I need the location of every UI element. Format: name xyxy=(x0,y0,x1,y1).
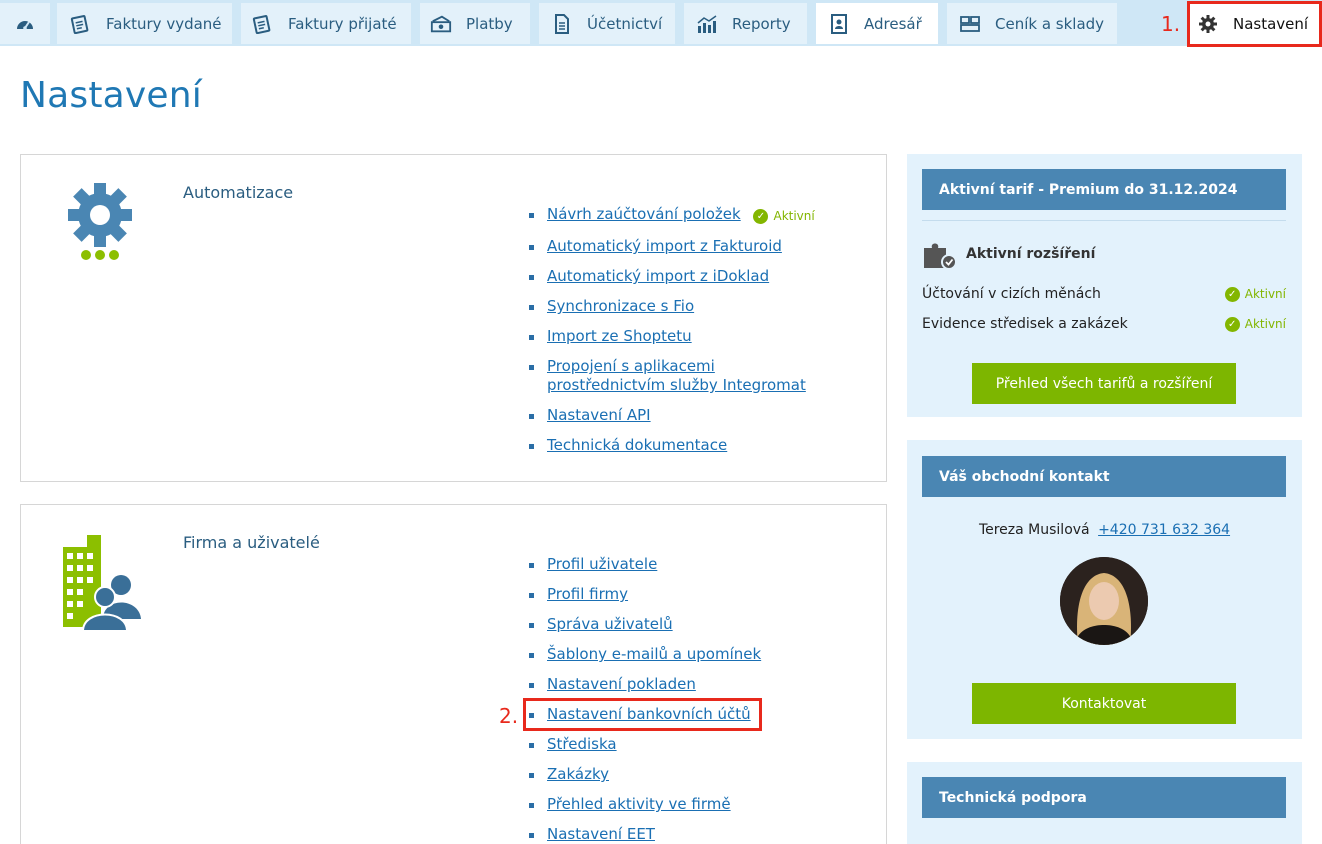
list-item: Propojení s aplikacemi prostřednictvím s… xyxy=(529,357,819,395)
tab-faktury-prijate[interactable]: Faktury přijaté xyxy=(241,3,411,44)
list-item: Automatický import z iDoklad xyxy=(529,267,819,286)
divider xyxy=(922,220,1286,221)
list-item: Zakázky xyxy=(529,765,761,784)
link-navrh-zauctovani[interactable]: Návrh zaúčtování položek xyxy=(547,205,741,223)
tab-label: Reporty xyxy=(732,14,791,33)
contact-head: Váš obchodní kontakt xyxy=(922,456,1286,497)
list-item: Návrh zaúčtování položek ✓ Aktivní xyxy=(529,205,819,226)
link-sprava-uzivatelu[interactable]: Správa uživatelů xyxy=(547,615,673,633)
link-profil-firmy[interactable]: Profil firmy xyxy=(547,585,628,603)
highlight-box-bank-accounts xyxy=(523,698,762,731)
list-item: Přehled aktivity ve firmě xyxy=(529,795,761,814)
link-prehled-aktivity[interactable]: Přehled aktivity ve firmě xyxy=(547,795,731,813)
address-book-icon xyxy=(828,13,850,35)
list-item: Správa uživatelů xyxy=(529,615,761,634)
tab-label: Platby xyxy=(466,14,513,33)
warehouse-icon xyxy=(959,13,981,35)
link-zakazky[interactable]: Zakázky xyxy=(547,765,609,783)
link-import-shoptet[interactable]: Import ze Shoptetu xyxy=(547,327,692,345)
active-badge: ✓ Aktivní xyxy=(1224,286,1286,302)
list-item: Technická dokumentace xyxy=(529,436,819,455)
tab-label: Faktury přijaté xyxy=(288,14,397,33)
list-item: Profil uživatele xyxy=(529,555,761,574)
tariffs-overview-button[interactable]: Přehled všech tarifů a rozšíření xyxy=(972,363,1236,404)
company-users-icon xyxy=(61,533,143,637)
page-title: Nastavení xyxy=(20,75,202,116)
puzzle-icon xyxy=(922,238,957,274)
active-label: Aktivní xyxy=(773,209,815,223)
tab-reporty[interactable]: Reporty xyxy=(684,3,807,44)
link-nastaveni-api[interactable]: Nastavení API xyxy=(547,406,651,424)
tab-label: Faktury vydané xyxy=(106,14,222,33)
automation-title: Automatizace xyxy=(183,183,294,202)
avatar xyxy=(1060,557,1148,645)
support-panel: Technická podpora xyxy=(907,762,1302,844)
link-strediska[interactable]: Střediska xyxy=(547,735,617,753)
active-badge: ✓ Aktivní xyxy=(1224,316,1286,332)
company-title: Firma a uživatelé xyxy=(183,533,320,552)
link-profil-uzivatele[interactable]: Profil uživatele xyxy=(547,555,657,573)
active-label: Aktivní xyxy=(1244,287,1286,301)
extension-row: Účtování v cizích měnách ✓ Aktivní xyxy=(922,286,1286,302)
link-sablony-emailu[interactable]: Šablony e-mailů a upomínek xyxy=(547,645,761,663)
list-item: Šablony e-mailů a upomínek xyxy=(529,645,761,664)
tab-adresar[interactable]: Adresář xyxy=(816,3,938,44)
extension-row: Evidence středisek a zakázek ✓ Aktivní xyxy=(922,316,1286,332)
accounting-icon xyxy=(551,13,573,35)
automation-links: Návrh zaúčtování položek ✓ Aktivní Automa… xyxy=(529,205,819,455)
tariff-head: Aktivní tarif - Premium do 31.12.2024 xyxy=(922,169,1286,210)
tab-label: Adresář xyxy=(864,14,922,33)
automation-gear-icon xyxy=(67,183,133,267)
list-item: Nastavení EET xyxy=(529,825,761,844)
company-card: Firma a uživatelé Profil uživatele Profi… xyxy=(20,504,887,844)
check-icon: ✓ xyxy=(1224,316,1240,332)
link-nastaveni-pokladen[interactable]: Nastavení pokladen xyxy=(547,675,696,693)
highlight-box-settings xyxy=(1187,1,1322,47)
invoice-in-icon xyxy=(252,13,274,35)
invoice-out-icon xyxy=(70,13,92,35)
contact-line: Tereza Musilová +420 731 632 364 xyxy=(907,522,1302,538)
contact-phone-link[interactable]: +420 731 632 364 xyxy=(1098,522,1230,538)
tariff-panel: Aktivní tarif - Premium do 31.12.2024 Ak… xyxy=(907,154,1302,417)
contact-panel: Váš obchodní kontakt Tereza Musilová +42… xyxy=(907,440,1302,739)
link-import-idoklad[interactable]: Automatický import z iDoklad xyxy=(547,267,769,285)
top-navigation: Faktury vydané Faktury přijaté Platby Úč… xyxy=(0,0,1322,47)
link-integromat[interactable]: Propojení s aplikacemi prostřednictvím s… xyxy=(547,357,806,394)
extension-name: Evidence středisek a zakázek xyxy=(922,316,1128,332)
link-import-fakturoid[interactable]: Automatický import z Fakturoid xyxy=(547,237,782,255)
list-item: Nastavení pokladen xyxy=(529,675,761,694)
check-icon: ✓ xyxy=(1224,286,1240,302)
list-item: Import ze Shoptetu xyxy=(529,327,819,346)
link-technicka-dokumentace[interactable]: Technická dokumentace xyxy=(547,436,727,454)
tab-platby[interactable]: Platby xyxy=(420,3,530,44)
tab-label: Účetnictví xyxy=(587,14,663,33)
link-sync-fio[interactable]: Synchronizace s Fio xyxy=(547,297,694,315)
list-item: Střediska xyxy=(529,735,761,754)
payments-icon xyxy=(430,13,452,35)
extension-name: Účtování v cizích měnách xyxy=(922,286,1101,302)
contact-button[interactable]: Kontaktovat xyxy=(972,683,1236,724)
contact-name: Tereza Musilová xyxy=(978,522,1090,538)
tab-ucetnictvi[interactable]: Účetnictví xyxy=(539,3,675,44)
support-head: Technická podpora xyxy=(922,777,1286,818)
tab-faktury-vydane[interactable]: Faktury vydané xyxy=(57,3,232,44)
list-item: Automatický import z Fakturoid xyxy=(529,237,819,256)
extensions-title: Aktivní rozšíření xyxy=(966,246,1096,262)
tab-cenik-a-sklady[interactable]: Ceník a sklady xyxy=(947,3,1117,44)
dashboard-tab[interactable] xyxy=(0,3,50,44)
active-badge: ✓ Aktivní xyxy=(753,207,815,226)
automation-card: Automatizace Návrh zaúčtování položek ✓ A… xyxy=(20,154,887,482)
link-nastaveni-eet[interactable]: Nastavení EET xyxy=(547,825,655,843)
active-label: Aktivní xyxy=(1244,317,1286,331)
reports-icon xyxy=(696,13,718,35)
list-item: Profil firmy xyxy=(529,585,761,604)
tab-label: Ceník a sklady xyxy=(995,14,1105,33)
list-item: Nastavení API xyxy=(529,406,819,425)
annotation-number-2: 2. xyxy=(499,704,519,728)
annotation-number-1: 1. xyxy=(1161,12,1181,36)
check-icon: ✓ xyxy=(753,209,769,224)
list-item: Synchronizace s Fio xyxy=(529,297,819,316)
speedometer-icon xyxy=(14,13,36,35)
